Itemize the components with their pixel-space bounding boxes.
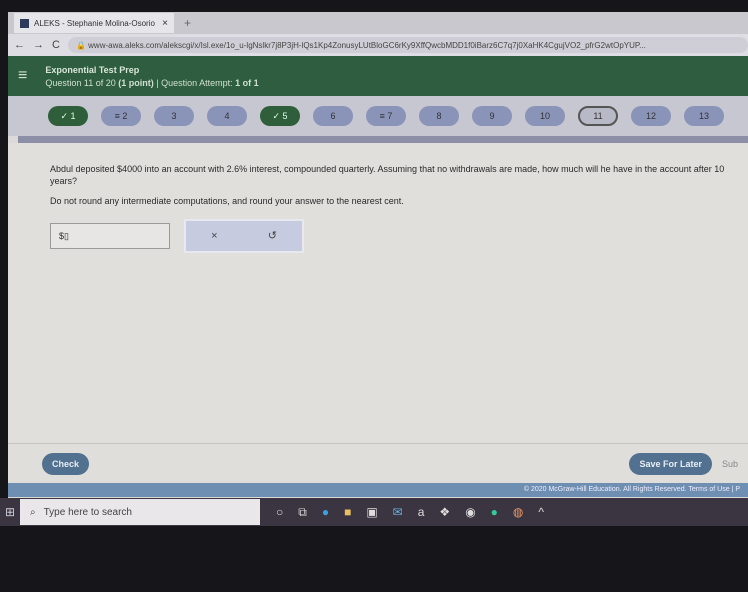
mail-icon[interactable]: ✉ xyxy=(393,505,403,520)
question-button[interactable]: 12 xyxy=(631,106,671,126)
reload-icon[interactable]: C xyxy=(52,39,60,51)
task-view-icon[interactable]: ⧉ xyxy=(298,505,307,520)
system-tray-icon[interactable]: ^ xyxy=(538,505,544,520)
answer-tools: × ↺ xyxy=(184,219,304,253)
spotify-icon[interactable]: ● xyxy=(491,505,498,520)
forward-icon[interactable]: → xyxy=(33,39,44,51)
aleks-favicon-icon xyxy=(20,18,29,28)
amazon-icon[interactable]: a xyxy=(418,505,425,520)
answer-input[interactable]: $▯ xyxy=(50,223,170,249)
question-nav-scrollbar[interactable] xyxy=(18,136,748,143)
question-button[interactable]: ≡ 7 xyxy=(366,106,406,126)
question-button[interactable]: 11 xyxy=(578,106,618,126)
question-button[interactable]: ✓ 1 xyxy=(48,106,88,126)
question-button[interactable]: 8 xyxy=(419,106,459,126)
question-content: Abdul deposited $4000 into an account wi… xyxy=(8,143,748,443)
aleks-header: ≡ Exponential Test Prep Question 11 of 2… xyxy=(8,56,748,96)
file-explorer-icon[interactable]: ■ xyxy=(344,505,351,520)
back-icon[interactable]: ← xyxy=(14,39,25,51)
edge-icon[interactable]: ● xyxy=(322,505,329,520)
copyright-bar: © 2020 McGraw-Hill Education. All Rights… xyxy=(8,483,748,497)
check-button[interactable]: Check xyxy=(42,452,90,475)
address-bar-row: ← → C 🔒 www-awa.aleks.com/alekscgi/x/Isl… xyxy=(8,34,748,56)
footer-bar: Check Save For Later Sub xyxy=(8,443,748,483)
question-button[interactable]: 13 xyxy=(684,106,724,126)
undo-button[interactable]: ↺ xyxy=(268,230,277,242)
question-points: (1 point) xyxy=(118,77,154,88)
question-button[interactable]: ✓ 5 xyxy=(260,106,300,126)
question-button[interactable]: 3 xyxy=(154,106,194,126)
question-text: Abdul deposited $4000 into an account wi… xyxy=(50,164,725,186)
close-tab-icon[interactable]: × xyxy=(162,18,168,29)
attempt-value: 1 of 1 xyxy=(235,77,259,88)
page-title: Exponential Test Prep xyxy=(45,64,140,75)
dropbox-icon[interactable]: ❖ xyxy=(439,505,450,520)
store-icon[interactable]: ▣ xyxy=(366,505,377,520)
chrome-icon[interactable]: ◍ xyxy=(513,505,523,520)
browser-window: ALEKS - Stephanie Molina-Osorio × + ← → … xyxy=(8,12,748,498)
question-button[interactable]: 4 xyxy=(207,106,247,126)
menu-icon[interactable]: ≡ xyxy=(18,67,27,85)
clear-button[interactable]: × xyxy=(211,230,217,242)
question-number: Question 11 of 20 xyxy=(45,77,116,88)
app-icon[interactable]: ◉ xyxy=(465,505,475,520)
question-navigator: ✓ 1 ≡ 2 3 4 ✓ 5 6 ≡ 7 8 9 10 11 12 13 xyxy=(8,96,748,136)
question-button[interactable]: 6 xyxy=(313,106,353,126)
search-placeholder: Type here to search xyxy=(43,506,132,518)
new-tab-icon[interactable]: + xyxy=(184,16,191,30)
search-icon: ⌕ xyxy=(30,506,36,518)
windows-start-icon[interactable]: ⊞ xyxy=(0,505,20,519)
tab-bar: ALEKS - Stephanie Molina-Osorio × + xyxy=(8,12,748,34)
instruction-text: Do not round any intermediate computatio… xyxy=(50,196,404,206)
tab-title: ALEKS - Stephanie Molina-Osorio xyxy=(34,18,155,28)
submit-button[interactable]: Sub xyxy=(722,459,738,469)
taskbar-search[interactable]: ⌕ Type here to search xyxy=(20,499,260,525)
browser-tab[interactable]: ALEKS - Stephanie Molina-Osorio × xyxy=(14,13,174,33)
url-text: www-awa.aleks.com/alekscgi/x/Isl.exe/1o_… xyxy=(88,40,646,50)
cortana-icon[interactable]: ○ xyxy=(276,505,283,520)
dollar-prefix: $ xyxy=(59,231,65,241)
save-for-later-button[interactable]: Save For Later xyxy=(629,452,712,475)
question-button[interactable]: 9 xyxy=(472,106,512,126)
attempt-label: Question Attempt: xyxy=(161,77,233,88)
url-input[interactable]: 🔒 www-awa.aleks.com/alekscgi/x/Isl.exe/1… xyxy=(67,37,748,53)
question-button[interactable]: ≡ 2 xyxy=(101,106,141,126)
question-info: Question 11 of 20 (1 point) | Question A… xyxy=(45,77,259,88)
lock-icon: 🔒 xyxy=(75,40,89,50)
windows-taskbar: ⊞ ⌕ Type here to search ○ ⧉ ● ■ ▣ ✉ a ❖ … xyxy=(0,498,748,526)
question-button[interactable]: 10 xyxy=(525,106,565,126)
